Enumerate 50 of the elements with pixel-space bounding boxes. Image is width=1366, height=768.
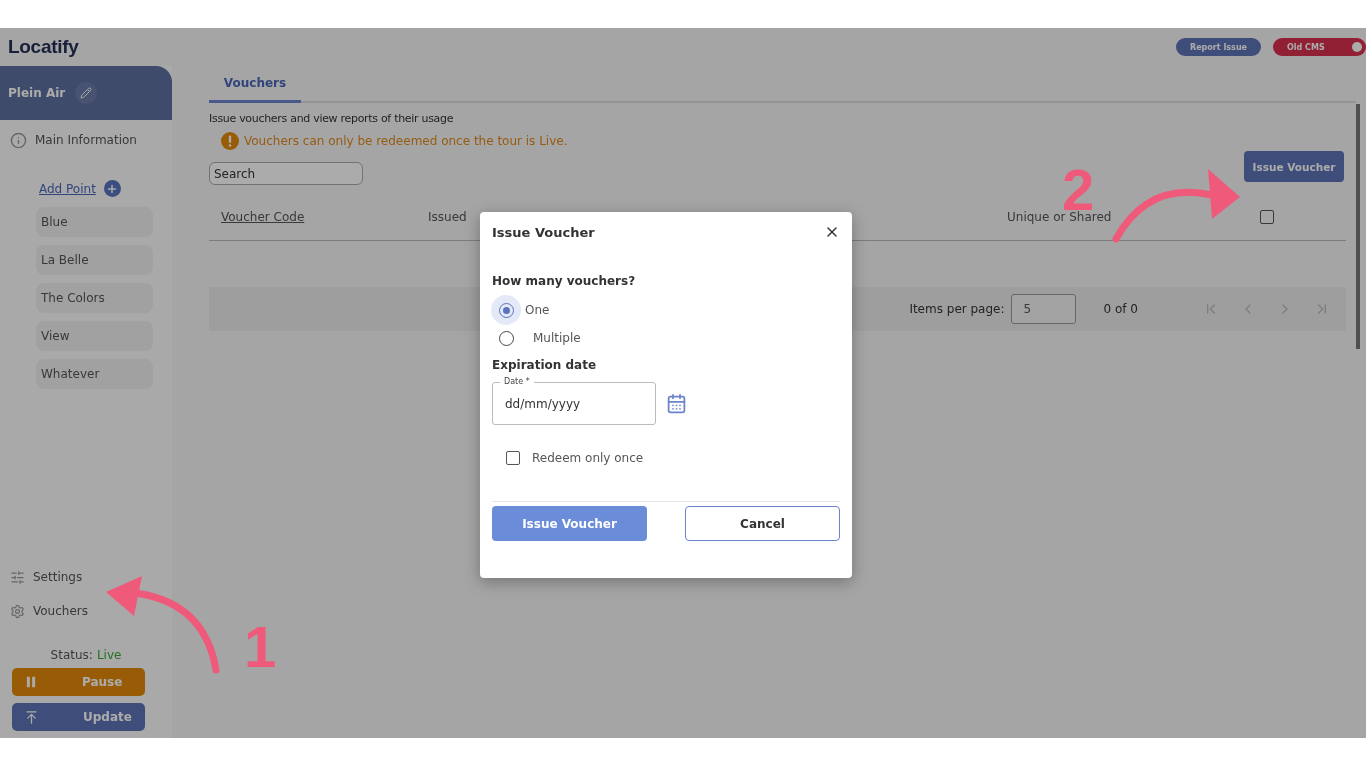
expiration-label: Expiration date <box>492 358 598 372</box>
status-label: Status: <box>50 648 93 662</box>
search-field[interactable]: Search <box>209 162 363 185</box>
status-value: Live <box>96 648 122 662</box>
column-header[interactable]: Voucher Code <box>221 209 305 224</box>
dialog-title: Issue Voucher <box>492 224 595 240</box>
tour-name: Plein Air <box>8 86 66 100</box>
items-per-page-field[interactable]: 5 <box>1010 294 1076 324</box>
issue-voucher-button[interactable]: Issue Voucher <box>492 506 647 541</box>
sliders-icon <box>10 569 25 585</box>
question-label: How many vouchers? <box>492 274 637 288</box>
pause-button[interactable]: Pause <box>12 668 145 696</box>
point-item[interactable]: La Belle <box>36 245 153 275</box>
page-range: 0 of 0 <box>1103 302 1138 316</box>
update-button[interactable]: Update <box>12 703 145 731</box>
logo: Locatify <box>8 36 79 58</box>
column-header: Issued <box>428 209 467 224</box>
field-label: Date * <box>500 377 534 387</box>
description: Issue vouchers and view reports of their usage <box>209 112 455 125</box>
pencil-icon <box>80 87 93 99</box>
option-label: One <box>525 303 550 317</box>
warning-icon <box>221 132 239 150</box>
column-header: Unique or Shared <box>1007 209 1112 224</box>
point-item[interactable]: View <box>36 321 153 351</box>
select-all-checkbox[interactable] <box>1260 209 1274 224</box>
point-item[interactable]: Whatever <box>36 359 153 389</box>
cancel-button[interactable]: Cancel <box>685 506 840 541</box>
warning-text: Vouchers can only be redeemed once the tour is Live. <box>244 134 568 148</box>
report-issue-button[interactable]: Report Issue <box>1176 38 1261 56</box>
items-per-page-label: Items per page: <box>909 302 1005 316</box>
issue-voucher-button[interactable]: Issue Voucher <box>1244 151 1344 182</box>
calendar-icon[interactable] <box>666 393 687 414</box>
old-cms-toggle[interactable]: Old CMS <box>1273 38 1366 56</box>
upload-icon <box>24 709 39 725</box>
annotation-number: 1 <box>244 624 277 670</box>
tab[interactable]: Vouchers <box>209 66 301 103</box>
checkbox[interactable] <box>506 451 520 465</box>
sidebar-item[interactable]: Settings <box>0 560 172 594</box>
main-information-item[interactable]: Main Information <box>0 120 172 160</box>
add-icon[interactable] <box>103 180 121 197</box>
pause-icon <box>24 675 38 689</box>
point-item[interactable]: The Colors <box>36 283 153 313</box>
checkbox-label: Redeem only once <box>532 451 644 465</box>
info-icon <box>10 131 27 149</box>
gear-icon <box>10 603 25 619</box>
edit-button[interactable] <box>75 82 98 104</box>
point-item[interactable]: Blue <box>36 207 153 237</box>
add-point-link[interactable]: Add Point <box>39 181 96 196</box>
option-label: Multiple <box>533 331 581 345</box>
sidebar-item[interactable]: Vouchers <box>0 594 172 628</box>
